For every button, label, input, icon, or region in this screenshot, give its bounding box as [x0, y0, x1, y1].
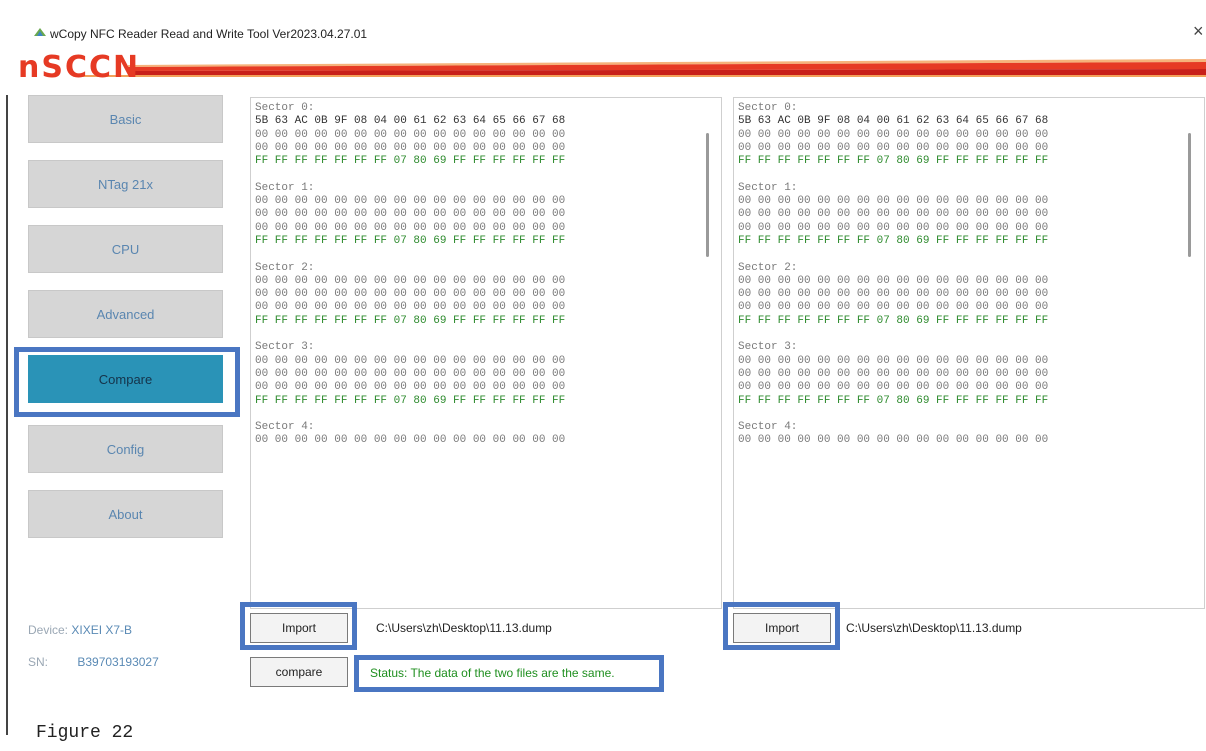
- right-sector-label: Sector 1:: [738, 181, 798, 194]
- left-sector-label: Sector 0:: [255, 102, 315, 114]
- left-file-path: C:\Users\zh\Desktop\11.13.dump: [376, 621, 552, 635]
- serial-info: SN: B39703193027: [28, 655, 159, 669]
- brand-stripes: [78, 59, 1206, 77]
- left-hex-row: 00 00 00 00 00 00 00 00 00 00 00 00 00 0…: [255, 128, 566, 141]
- right-hex-row: 00 00 00 00 00 00 00 00 00 00 00 00 00 0…: [738, 195, 1049, 208]
- right-file-path: C:\Users\zh\Desktop\11.13.dump: [846, 621, 1022, 635]
- left-hex-row: 00 00 00 00 00 00 00 00 00 00 00 00 00 0…: [255, 301, 566, 314]
- right-hex-row: 00 00 00 00 00 00 00 00 00 00 00 00 00 0…: [738, 288, 1049, 301]
- nav-ntag21x[interactable]: NTag 21x: [28, 160, 223, 208]
- nav-config[interactable]: Config: [28, 425, 223, 473]
- window-left-edge: [6, 95, 8, 735]
- left-hex-row: 00 00 00 00 00 00 00 00 00 00 00 00 00 0…: [255, 354, 566, 367]
- nav-basic[interactable]: Basic: [28, 95, 223, 143]
- left-hex-row: 00 00 00 00 00 00 00 00 00 00 00 00 00 0…: [255, 381, 566, 394]
- right-hex-row: 00 00 00 00 00 00 00 00 00 00 00 00 00 0…: [738, 274, 1049, 287]
- left-hex-row: 5B 63 AC 0B 9F 08 04 00 61 62 63 64 65 6…: [255, 115, 566, 128]
- left-hex-row: FF FF FF FF FF FF FF 07 80 69 FF FF FF F…: [255, 394, 566, 407]
- left-hex-row: 00 00 00 00 00 00 00 00 00 00 00 00 00 0…: [255, 367, 566, 380]
- right-hex-row: 00 00 00 00 00 00 00 00 00 00 00 00 00 0…: [738, 141, 1049, 154]
- left-hex-panel[interactable]: Sector 0: 5B 63 AC 0B 9F 08 04 00 61 62 …: [250, 97, 722, 609]
- right-sector-label: Sector 3:: [738, 341, 798, 354]
- right-sector-label: Sector 0:: [738, 102, 798, 114]
- right-sector-label: Sector 2:: [738, 261, 798, 274]
- app-icon: [34, 28, 46, 36]
- left-sector-label: Sector 2:: [255, 261, 315, 274]
- left-hex-row: 00 00 00 00 00 00 00 00 00 00 00 00 00 0…: [255, 221, 566, 234]
- left-sector-label: Sector 1:: [255, 181, 315, 194]
- nav-advanced[interactable]: Advanced: [28, 290, 223, 338]
- import-right-highlight: [723, 602, 840, 650]
- nav-cpu[interactable]: CPU: [28, 225, 223, 273]
- left-hex-view: Sector 0: 5B 63 AC 0B 9F 08 04 00 61 62 …: [251, 98, 721, 448]
- sn-label: SN:: [28, 655, 49, 669]
- left-hex-row: FF FF FF FF FF FF FF 07 80 69 FF FF FF F…: [255, 155, 566, 168]
- right-scrollbar[interactable]: [1188, 133, 1191, 257]
- compare-button[interactable]: compare: [250, 657, 348, 687]
- left-scrollbar[interactable]: [706, 133, 709, 257]
- left-hex-row: 00 00 00 00 00 00 00 00 00 00 00 00 00 0…: [255, 288, 566, 301]
- left-hex-row: 00 00 00 00 00 00 00 00 00 00 00 00 00 0…: [255, 195, 566, 208]
- right-hex-row: FF FF FF FF FF FF FF 07 80 69 FF FF FF F…: [738, 234, 1049, 247]
- right-hex-view: Sector 0: 5B 63 AC 0B 9F 08 04 00 61 62 …: [734, 98, 1204, 448]
- right-hex-row: FF FF FF FF FF FF FF 07 80 69 FF FF FF F…: [738, 314, 1049, 327]
- close-icon[interactable]: ×: [1193, 21, 1204, 42]
- right-hex-row: 5B 63 AC 0B 9F 08 04 00 61 62 63 64 65 6…: [738, 115, 1049, 128]
- device-value: XIXEI X7-B: [71, 623, 133, 637]
- compare-highlight: [14, 347, 240, 417]
- right-hex-row: FF FF FF FF FF FF FF 07 80 69 FF FF FF F…: [738, 394, 1049, 407]
- left-hex-row: 00 00 00 00 00 00 00 00 00 00 00 00 00 0…: [255, 208, 566, 221]
- left-hex-row: 00 00 00 00 00 00 00 00 00 00 00 00 00 0…: [255, 141, 566, 154]
- right-hex-row: FF FF FF FF FF FF FF 07 80 69 FF FF FF F…: [738, 155, 1049, 168]
- left-hex-row: FF FF FF FF FF FF FF 07 80 69 FF FF FF F…: [255, 234, 566, 247]
- sn-value: B39703193027: [77, 655, 159, 669]
- right-hex-row: 00 00 00 00 00 00 00 00 00 00 00 00 00 0…: [738, 208, 1049, 221]
- right-hex-row: 00 00 00 00 00 00 00 00 00 00 00 00 00 0…: [738, 381, 1049, 394]
- right-hex-panel[interactable]: Sector 0: 5B 63 AC 0B 9F 08 04 00 61 62 …: [733, 97, 1205, 609]
- figure-caption: Figure 22: [36, 723, 134, 743]
- import-left-highlight: [240, 602, 357, 650]
- left-sector-label: Sector 3:: [255, 341, 315, 354]
- right-sector-label: Sector 4:: [738, 421, 798, 434]
- device-label: Device:: [28, 623, 69, 637]
- right-hex-row: 00 00 00 00 00 00 00 00 00 00 00 00 00 0…: [738, 367, 1049, 380]
- left-sector-label: Sector 4:: [255, 421, 315, 434]
- brand-logo: nSCCN: [18, 50, 141, 85]
- window-title: wCopy NFC Reader Read and Write Tool Ver…: [50, 27, 368, 41]
- device-info: Device: XIXEI X7-B: [28, 623, 132, 637]
- right-hex-row: 00 00 00 00 00 00 00 00 00 00 00 00 00 0…: [738, 301, 1049, 314]
- right-hex-row: 00 00 00 00 00 00 00 00 00 00 00 00 00 0…: [738, 128, 1049, 141]
- left-hex-row: FF FF FF FF FF FF FF 07 80 69 FF FF FF F…: [255, 314, 566, 327]
- title-bar: wCopy NFC Reader Read and Write Tool Ver…: [0, 15, 1206, 51]
- right-hex-row: 00 00 00 00 00 00 00 00 00 00 00 00 00 0…: [738, 221, 1049, 234]
- status-text: Status: The data of the two files are th…: [370, 666, 615, 680]
- right-hex-row: 00 00 00 00 00 00 00 00 00 00 00 00 00 0…: [738, 434, 1049, 447]
- brand-banner: nSCCN: [18, 53, 1206, 83]
- nav-about[interactable]: About: [28, 490, 223, 538]
- right-hex-row: 00 00 00 00 00 00 00 00 00 00 00 00 00 0…: [738, 354, 1049, 367]
- app-window: wCopy NFC Reader Read and Write Tool Ver…: [0, 15, 1206, 735]
- left-hex-row: 00 00 00 00 00 00 00 00 00 00 00 00 00 0…: [255, 274, 566, 287]
- left-hex-row: 00 00 00 00 00 00 00 00 00 00 00 00 00 0…: [255, 434, 566, 447]
